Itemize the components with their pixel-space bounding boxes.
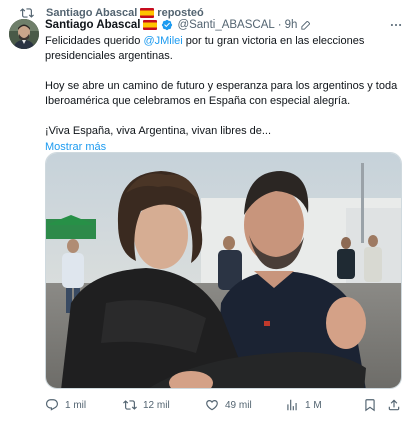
action-bar: 1 mil 12 mil 49 mil 1 M: [45, 396, 407, 414]
text-segment: Felicidades querido: [45, 35, 144, 47]
like-count: 49 mil: [225, 399, 252, 411]
like-icon: [206, 400, 218, 411]
tweet-paragraph-2: Hoy se abre un camino de futuro y espera…: [45, 80, 398, 107]
tweet-text: Felicidades querido @JMilei por tu gran …: [45, 34, 407, 139]
bookmark-button[interactable]: [363, 396, 383, 414]
timestamp[interactable]: 9h: [285, 19, 298, 31]
share-button[interactable]: [387, 396, 407, 414]
tweet-photo[interactable]: [45, 152, 402, 389]
verified-badge-icon: [162, 19, 173, 31]
avatar-image: [9, 19, 39, 49]
avatar[interactable]: [9, 19, 39, 49]
reply-button[interactable]: 1 mil: [45, 396, 86, 414]
tweet-header: Santiago Abascal @Santi_ABASCAL · 9h: [45, 16, 407, 34]
bookmark-icon: [365, 399, 375, 412]
views-count: 1 M: [305, 399, 322, 411]
handle[interactable]: @Santi_ABASCAL: [177, 19, 274, 31]
display-name[interactable]: Santiago Abascal: [45, 19, 140, 31]
tweet-paragraph-1: Felicidades querido @JMilei por tu gran …: [45, 34, 407, 64]
views-button[interactable]: 1 M: [285, 396, 322, 414]
tweet-body: Santiago Abascal @Santi_ABASCAL · 9h Fel…: [45, 16, 407, 155]
tweet-paragraph-3: ¡Viva España, viva Argentina, vivan libr…: [45, 125, 272, 137]
repost-count: 12 mil: [143, 399, 170, 411]
share-icon: [388, 399, 400, 411]
repost-icon: [123, 400, 137, 410]
photo-image: [46, 153, 401, 388]
mention-link[interactable]: @JMilei: [143, 35, 182, 47]
views-icon: [287, 399, 297, 411]
spain-flag-icon: [143, 20, 158, 30]
repost-button[interactable]: 12 mil: [123, 396, 170, 414]
repost-icon: [20, 8, 34, 18]
like-button[interactable]: 49 mil: [205, 396, 252, 414]
reply-count: 1 mil: [65, 399, 87, 411]
separator: ·: [277, 19, 282, 31]
reply-icon: [46, 399, 58, 411]
edit-icon[interactable]: [300, 20, 311, 31]
more-icon[interactable]: [389, 18, 403, 32]
